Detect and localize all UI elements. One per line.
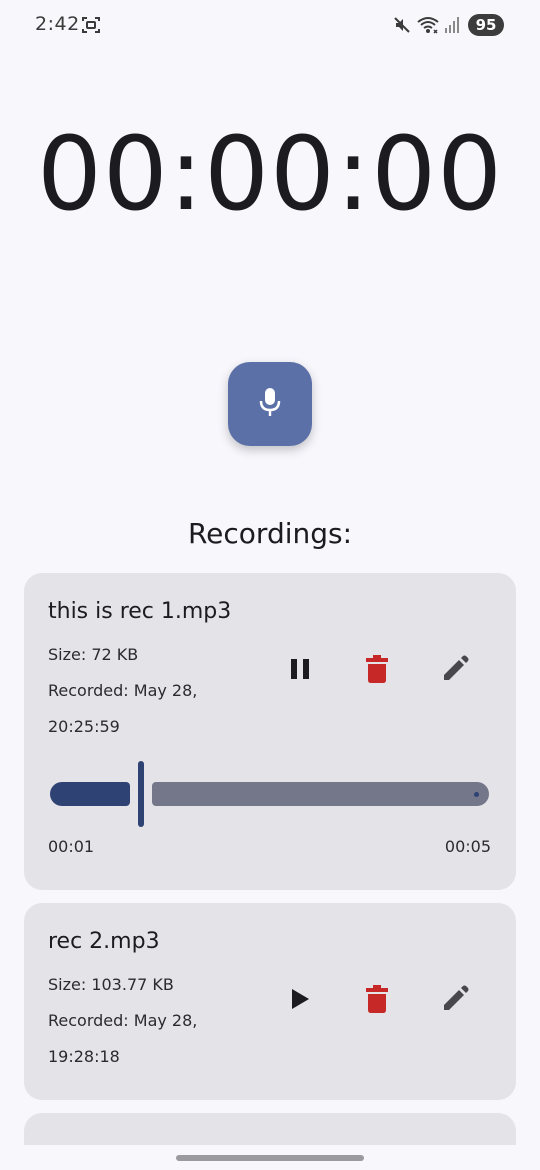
edit-button[interactable]	[435, 981, 475, 1021]
seekbar-end-indicator	[474, 792, 479, 797]
trash-icon	[366, 654, 388, 688]
screenshot-icon	[81, 15, 101, 35]
recording-card: this is rec 1.mp3 Size: 72 KB Recorded: …	[24, 573, 516, 890]
status-bar: 2:42 95	[0, 0, 540, 52]
microphone-icon	[257, 386, 283, 422]
pencil-icon	[441, 985, 469, 1017]
recordings-heading: Recordings:	[187, 517, 353, 550]
recording-size: Size: 103.77 KB	[48, 975, 174, 994]
status-icons: 95	[392, 12, 504, 38]
app-screen: 2:42 95 00:00:00 Recordings: this is rec…	[0, 0, 540, 1170]
playback-seekbar[interactable]	[50, 759, 490, 829]
play-button[interactable]	[280, 981, 320, 1021]
pause-button[interactable]	[280, 651, 320, 691]
record-button[interactable]	[228, 362, 312, 446]
recording-timer: 00:00:00	[36, 115, 504, 234]
pencil-icon	[441, 655, 469, 687]
current-position: 00:01	[48, 837, 95, 856]
recording-date: Recorded: May 28, 20:25:59	[48, 681, 198, 736]
mute-icon	[392, 15, 412, 35]
battery-indicator: 95	[468, 14, 504, 36]
trash-icon	[366, 984, 388, 1018]
play-icon	[290, 987, 310, 1015]
signal-icon	[444, 16, 460, 34]
total-duration: 00:05	[444, 837, 491, 856]
edit-button[interactable]	[435, 651, 475, 691]
status-time: 2:42	[35, 13, 80, 35]
seekbar-progress	[50, 782, 130, 806]
wifi-icon	[416, 15, 440, 35]
recording-title: this is rec 1.mp3	[48, 599, 232, 624]
pause-icon	[289, 657, 311, 685]
recording-title: rec 2.mp3	[48, 929, 160, 954]
recording-date: Recorded: May 28, 19:28:18	[48, 1011, 198, 1066]
home-indicator[interactable]	[176, 1155, 364, 1161]
recording-card: rec 2.mp3 Size: 103.77 KB Recorded: May …	[24, 903, 516, 1100]
seekbar-thumb[interactable]	[138, 761, 144, 827]
recording-size: Size: 72 KB	[48, 645, 139, 664]
delete-button[interactable]	[357, 651, 397, 691]
delete-button[interactable]	[357, 981, 397, 1021]
seekbar-track	[152, 782, 489, 806]
